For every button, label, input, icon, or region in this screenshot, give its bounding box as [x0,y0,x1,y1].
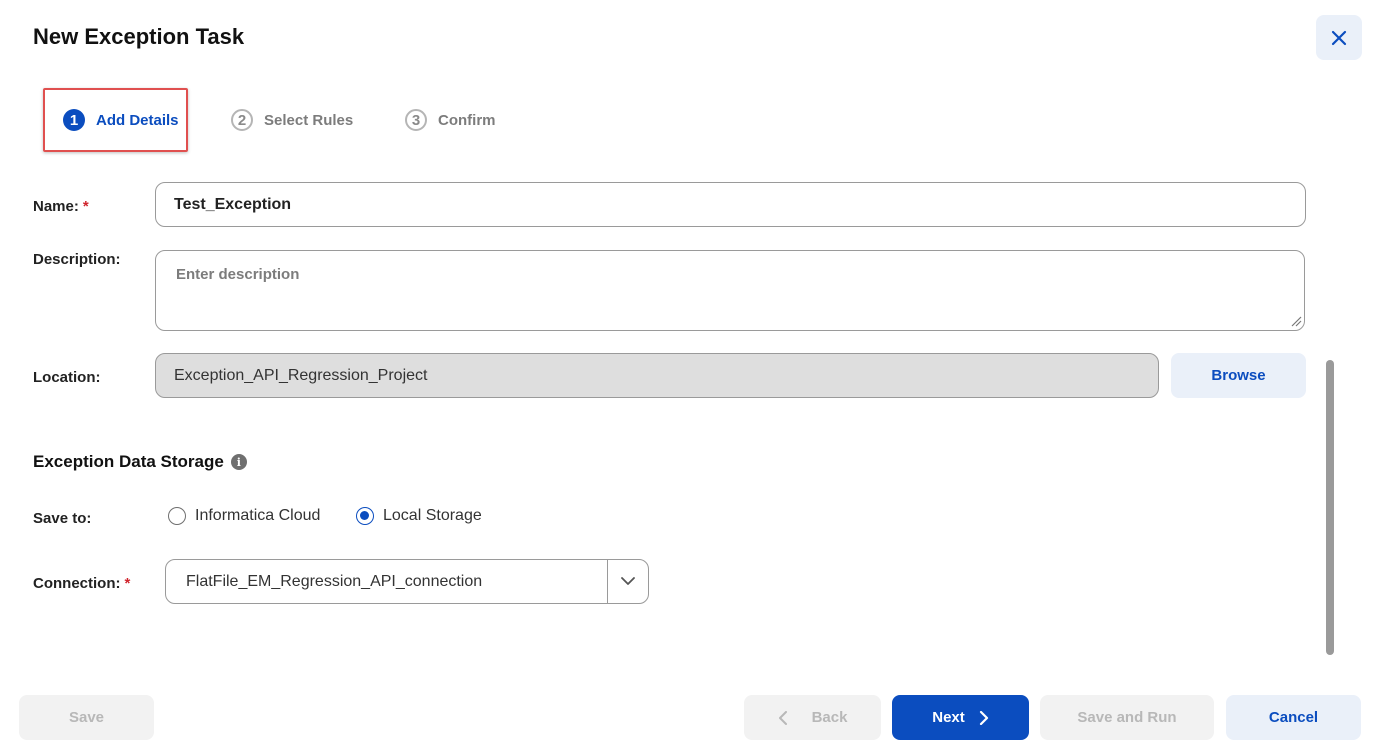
back-button[interactable]: Back [744,695,881,740]
step-select-rules[interactable]: 2 Select Rules [231,88,353,152]
section-title-exception-data-storage: Exception Data Storage i [33,452,247,472]
name-label: Name: * [33,198,89,215]
radio-label: Local Storage [383,507,482,524]
radio-local-storage[interactable]: Local Storage [356,507,482,525]
new-exception-task-dialog: New Exception Task 1 Add Details 2 Selec… [0,0,1379,741]
description-label: Description: [33,251,121,268]
radio-button[interactable] [168,507,186,525]
vertical-scrollbar[interactable] [1326,360,1334,655]
browse-button[interactable]: Browse [1171,353,1306,398]
required-mark: * [82,198,89,215]
description-textarea[interactable] [155,250,1305,331]
radio-label: Informatica Cloud [195,507,321,524]
resize-grip-icon[interactable] [1288,313,1302,327]
chevron-left-icon [778,710,787,725]
close-icon [1331,30,1347,45]
name-input[interactable] [155,182,1306,227]
step-confirm[interactable]: 3 Confirm [405,88,496,152]
save-and-run-button[interactable]: Save and Run [1040,695,1214,740]
step-label: Select Rules [264,111,354,129]
chevron-right-icon [979,710,988,725]
next-button-label: Next [932,709,965,726]
back-button-label: Back [811,709,848,726]
required-mark: * [124,575,131,592]
location-label: Location: [33,369,101,386]
step-label: Add Details [96,111,179,129]
connection-selected-value: FlatFile_EM_Regression_API_connection [186,572,483,590]
step-add-details[interactable]: 1 Add Details [63,88,179,152]
next-button[interactable]: Next [892,695,1029,740]
step-number: 2 [231,109,253,131]
cancel-button[interactable]: Cancel [1226,695,1361,740]
chevron-down-icon[interactable] [607,560,648,603]
radio-button[interactable] [356,507,374,525]
connection-label: Connection: * [33,575,131,592]
step-label: Confirm [438,111,496,129]
step-number: 1 [63,109,85,131]
radio-informatica-cloud[interactable]: Informatica Cloud [168,507,320,525]
save-button[interactable]: Save [19,695,154,740]
dialog-title: New Exception Task [33,24,245,49]
info-icon[interactable]: i [230,454,247,470]
step-number: 3 [405,109,427,131]
close-button[interactable] [1316,15,1362,60]
save-to-label: Save to: [33,510,92,527]
connection-select[interactable]: FlatFile_EM_Regression_API_connection [165,559,649,604]
location-field: Exception_API_Regression_Project [155,353,1159,398]
